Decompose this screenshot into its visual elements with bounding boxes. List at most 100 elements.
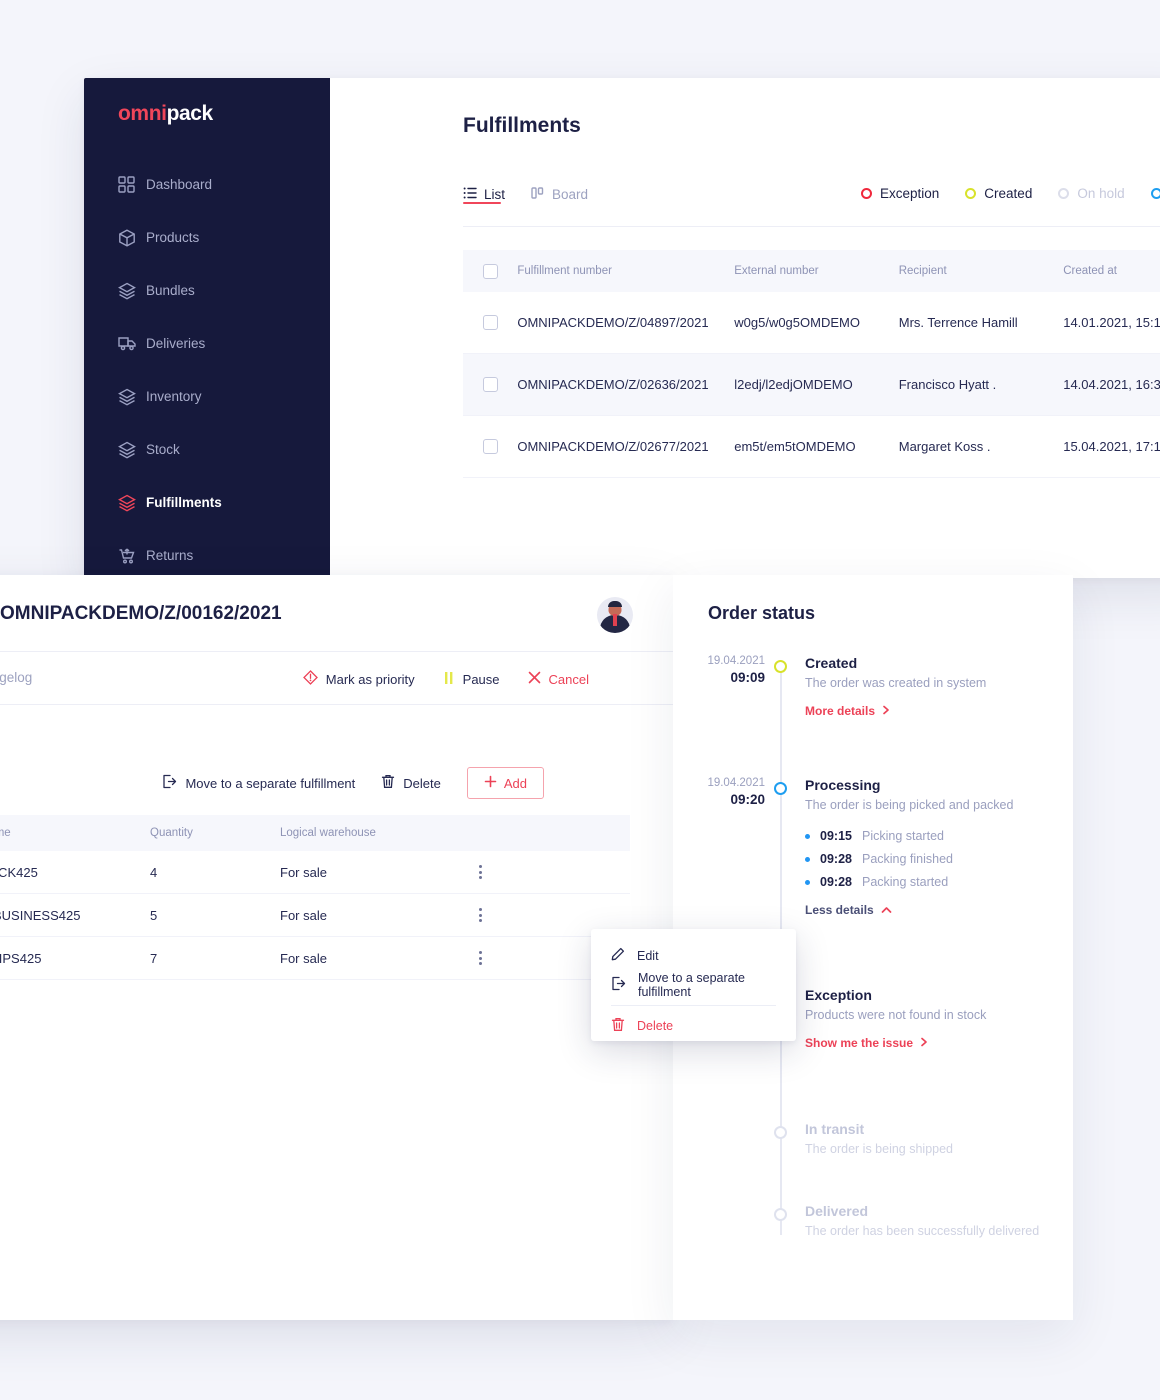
show-me-the-issue-link[interactable]: Show me the issue [805, 1036, 1073, 1050]
list-item: 09:28 Packing started [805, 875, 1073, 889]
tab-list-label: List [484, 187, 506, 202]
column-header-created-at: Created at [1063, 265, 1117, 277]
tab-list[interactable]: List [463, 186, 506, 204]
status-filter-created[interactable]: Created [965, 186, 1032, 201]
fulfillment-detail-window: OMNIPACKDEMO/Z/00162/2021 ments Changelo… [0, 575, 673, 1320]
cell-logical-warehouse: For sale [280, 907, 327, 923]
status-filter-on-hold[interactable]: On hold [1058, 186, 1125, 201]
kebab-icon [478, 908, 482, 922]
sidebar-nav: Dashboard Products Bundles Deliveries In [84, 158, 330, 578]
column-header-name: Name [0, 827, 11, 839]
move-to-separate-fulfillment-button[interactable]: Move to a separate fulfillment [162, 774, 355, 792]
select-all-cell [463, 263, 517, 279]
sidebar-item-dashboard[interactable]: Dashboard [84, 158, 330, 211]
table-row[interactable]: CHIPS425 7 For sale [0, 937, 630, 980]
context-menu-item-edit[interactable]: Edit [591, 941, 796, 970]
tab-board[interactable]: Board [531, 186, 588, 203]
row-checkbox[interactable] [483, 439, 498, 454]
table-row[interactable]: OMNIPACKDEMO/Z/02636/2021 l2edj/l2edjOMD… [463, 354, 1160, 416]
more-details-link[interactable]: More details [805, 704, 1073, 718]
column-header-recipient: Recipient [898, 265, 947, 277]
bullet-icon [805, 879, 810, 885]
list-icon [463, 186, 477, 203]
cell-recipient: Margaret Koss . [898, 439, 991, 454]
row-checkbox[interactable] [483, 315, 498, 330]
event-description: The order is being shipped [805, 1142, 954, 1156]
sub-event-text: Packing started [861, 875, 949, 889]
main-content: Fulfillments List Board Exception Create… [330, 78, 1160, 578]
less-details-link[interactable]: Less details [805, 903, 1073, 917]
sidebar-item-inventory[interactable]: Inventory [84, 370, 330, 423]
context-menu-item-move[interactable]: Move to a separate fulfillment [591, 970, 796, 999]
kebab-icon [478, 951, 482, 965]
cell-quantity: 4 [150, 864, 158, 880]
row-checkbox[interactable] [483, 377, 498, 392]
sidebar-item-products[interactable]: Products [84, 211, 330, 264]
sidebar-item-fulfillments[interactable]: Fulfillments [84, 476, 330, 529]
cell-logical-warehouse: For sale [280, 950, 327, 966]
sidebar-item-label: Products [146, 230, 200, 245]
order-status-title: Order status [708, 603, 816, 623]
sidebar-item-stock[interactable]: Stock [84, 423, 330, 476]
more-details-label: More details [805, 704, 876, 718]
kebab-icon [478, 865, 482, 879]
column-header-quantity: Quantity [150, 827, 193, 839]
logo-pack: pack [166, 102, 214, 125]
box-icon [118, 228, 146, 247]
table-row[interactable]: HACK425 4 For sale [0, 851, 630, 894]
sub-event-time: 09:15 [820, 829, 852, 843]
detail-header: OMNIPACKDEMO/Z/00162/2021 [0, 575, 673, 652]
delete-items-button[interactable]: Delete [381, 774, 441, 792]
status-filter-processing[interactable]: Processing [1150, 186, 1160, 201]
status-label: On hold [1077, 186, 1125, 201]
status-filter-exception[interactable]: Exception [861, 186, 939, 201]
row-menu-button[interactable] [450, 865, 510, 879]
cell-recipient: Mrs. Terrence Hamill [898, 315, 1018, 330]
pause-button[interactable]: Pause [443, 671, 500, 688]
avatar-hair [608, 601, 622, 607]
avatar[interactable] [597, 597, 633, 633]
add-item-button[interactable]: Add [466, 767, 544, 799]
cell-created-at: 15.04.2021, 17:13:08 [1063, 439, 1160, 454]
row-menu-button[interactable] [450, 951, 510, 965]
cancel-button[interactable]: Cancel [528, 671, 589, 687]
sidebar-item-bundles[interactable]: Bundles [84, 264, 330, 317]
table-row[interactable]: OMNIPACKDEMO/Z/02677/2021 em5t/em5tOMDEM… [463, 416, 1160, 478]
sidebar-item-label: Fulfillments [146, 495, 222, 510]
view-tabbar: List Board Exception Created On hold [463, 170, 1160, 227]
event-name: Exception [805, 987, 872, 1003]
mark-as-priority-button[interactable]: Mark as priority [302, 670, 415, 688]
logo-omni: omni [118, 102, 167, 125]
row-select-cell [463, 377, 517, 392]
chevron-right-icon [882, 704, 890, 718]
trash-icon [611, 1017, 625, 1035]
cell-created-at: 14.04.2021, 16:36:12 [1063, 377, 1160, 392]
row-menu-button[interactable] [450, 908, 510, 922]
timeline-dot-icon [774, 1208, 787, 1221]
sub-event-text: Packing finished [861, 852, 954, 866]
table-row[interactable]: OMNIPACKDEMO/Z/04897/2021 w0g5/w0g5OMDEM… [463, 292, 1160, 354]
context-menu-label: Delete [637, 1018, 674, 1033]
status-label: Created [984, 186, 1033, 201]
timeline-dot-icon [774, 782, 787, 795]
detail-actions: Mark as priority Pause Cancel [302, 670, 589, 688]
app-logo[interactable]: omnipack [118, 102, 213, 126]
status-dot-icon [965, 188, 977, 199]
context-menu-label: Move to a separate fulfillment [638, 970, 746, 999]
status-filters: Exception Created On hold Processing [861, 186, 1160, 201]
sidebar-item-returns[interactable]: Returns [84, 529, 330, 578]
context-menu-item-delete[interactable]: Delete [591, 1011, 796, 1040]
sidebar-item-label: Inventory [146, 389, 202, 404]
select-all-checkbox[interactable] [483, 263, 498, 279]
column-header-external-number: External number [734, 265, 819, 277]
event-description: The order is being picked and packed [805, 798, 1014, 812]
table-row[interactable]: E-BUSINESS425 5 For sale [0, 894, 630, 937]
timeline-event-created: 19.04.2021 09:09 Created The order was c… [673, 655, 1073, 745]
sub-event-time: 09:28 [820, 875, 852, 889]
detail-tab-changelog[interactable]: Changelog [0, 670, 32, 685]
status-dot-icon [1150, 188, 1160, 199]
items-toolbar: Move to a separate fulfillment Delete Ad… [0, 753, 630, 815]
cell-fulfillment-number: OMNIPACKDEMO/Z/04897/2021 [517, 315, 709, 330]
sidebar-item-deliveries[interactable]: Deliveries [84, 317, 330, 370]
sidebar-item-label: Returns [146, 548, 194, 563]
